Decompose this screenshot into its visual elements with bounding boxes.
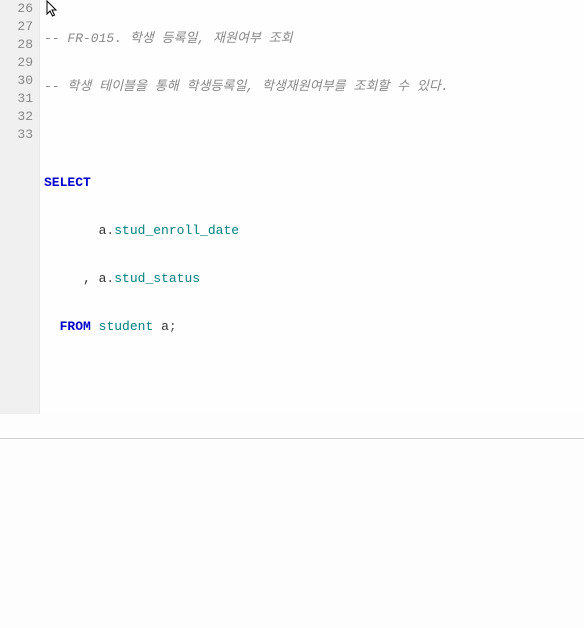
gutter-line: 32 bbox=[4, 108, 33, 126]
column-name: stud_status bbox=[114, 270, 200, 288]
comment-text: -- FR-015. 학생 등록일, 재원여부 조회 bbox=[44, 30, 293, 48]
code-line-27[interactable]: -- 학생 테이블을 통해 학생등록일, 학생재원여부를 조회할 수 있다. bbox=[44, 78, 584, 96]
code-line-32[interactable]: FROM student a; bbox=[44, 318, 584, 336]
space bbox=[153, 318, 161, 336]
panel-divider[interactable] bbox=[0, 438, 584, 439]
table-name: student bbox=[99, 318, 154, 336]
code-line-28[interactable] bbox=[44, 126, 584, 144]
dot: . bbox=[106, 270, 114, 288]
code-line-26[interactable]: -- FR-015. 학생 등록일, 재원여부 조회 bbox=[44, 30, 584, 48]
gutter-line: 30 bbox=[4, 72, 33, 90]
gutter-line: 27 bbox=[4, 18, 33, 36]
comment-text: -- 학생 테이블을 통해 학생등록일, 학생재원여부를 조회할 수 있다. bbox=[44, 78, 449, 96]
indent bbox=[44, 222, 99, 240]
code-body[interactable]: -- FR-015. 학생 등록일, 재원여부 조회 -- 학생 테이블을 통해… bbox=[40, 0, 584, 414]
indent bbox=[44, 318, 60, 336]
code-area: 26 27 28 29 30 31 32 33 -- FR-015. 학생 등록… bbox=[0, 0, 584, 414]
code-line-30[interactable]: a.stud_enroll_date bbox=[44, 222, 584, 240]
dot: . bbox=[106, 222, 114, 240]
indent: , bbox=[44, 270, 99, 288]
gutter-line: 26 bbox=[4, 0, 33, 18]
code-line-33[interactable] bbox=[44, 366, 584, 384]
space bbox=[91, 318, 99, 336]
keyword-from: FROM bbox=[60, 318, 91, 336]
semicolon: ; bbox=[169, 318, 177, 336]
alias: a bbox=[161, 318, 169, 336]
sql-editor[interactable]: 26 27 28 29 30 31 32 33 -- FR-015. 학생 등록… bbox=[0, 0, 584, 628]
gutter-line: 31 bbox=[4, 90, 33, 108]
code-line-31[interactable]: , a.stud_status bbox=[44, 270, 584, 288]
gutter-line: 33 bbox=[4, 126, 33, 144]
line-gutter: 26 27 28 29 30 31 32 33 bbox=[0, 0, 40, 414]
alias: a bbox=[99, 270, 107, 288]
code-line-29[interactable]: SELECT bbox=[44, 174, 584, 192]
gutter-line: 29 bbox=[4, 54, 33, 72]
column-name: stud_enroll_date bbox=[114, 222, 239, 240]
alias: a bbox=[99, 222, 107, 240]
gutter-line: 28 bbox=[4, 36, 33, 54]
keyword-select: SELECT bbox=[44, 174, 91, 192]
